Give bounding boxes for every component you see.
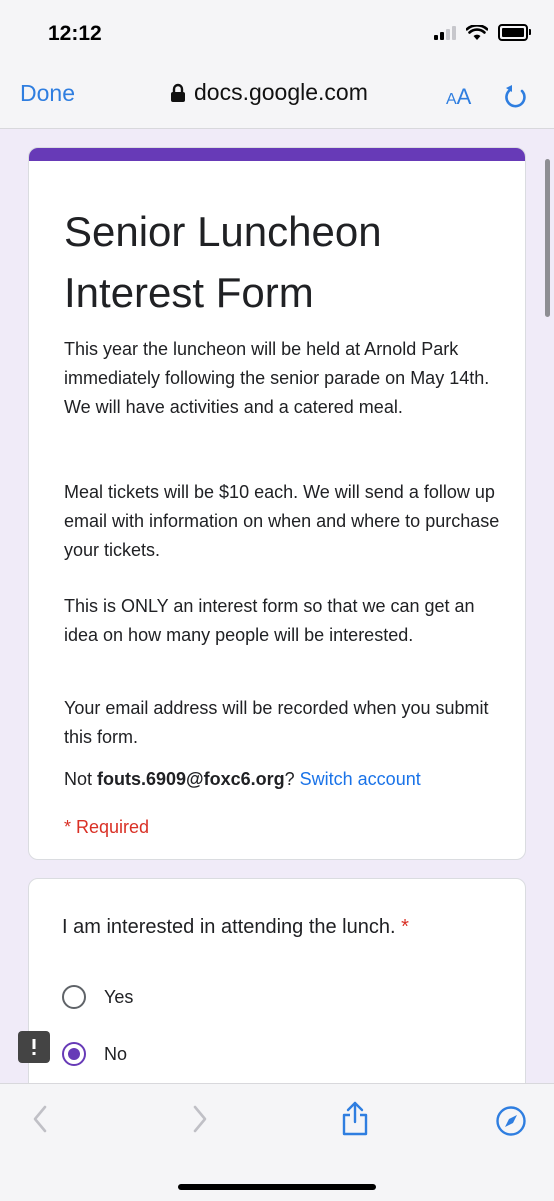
account-prefix: Not	[64, 769, 98, 789]
switch-account-link[interactable]: Switch account	[300, 769, 421, 789]
back-chevron-icon[interactable]	[30, 1104, 50, 1134]
question-title: I am interested in attending the lunch. …	[62, 916, 409, 939]
account-line: Not fouts.6909@foxc6.org? Switch account	[64, 769, 421, 790]
done-button[interactable]: Done	[20, 80, 75, 107]
status-icons	[434, 24, 531, 41]
reload-icon[interactable]	[503, 82, 529, 110]
forward-chevron-icon[interactable]	[190, 1104, 210, 1134]
status-time: 12:12	[48, 22, 102, 45]
radio-button[interactable]	[62, 985, 86, 1009]
address-bar[interactable]: docs.google.com	[170, 79, 368, 106]
email-notice: Your email address will be recorded when…	[64, 698, 489, 747]
form-description-paragraph: This is ONLY an interest form so that we…	[64, 596, 475, 645]
status-bar: 12:12	[0, 0, 554, 62]
question-text: I am interested in attending the lunch.	[62, 916, 396, 938]
required-marker: *	[401, 916, 409, 938]
form-description-paragraph: Meal tickets will be $10 each. We will s…	[64, 482, 500, 560]
battery-icon	[498, 24, 531, 41]
account-email: fouts.6909@foxc6.org	[97, 769, 285, 789]
radio-option-yes[interactable]: Yes	[62, 985, 133, 1009]
form-description-paragraph: This year the luncheon will be held at A…	[64, 339, 490, 417]
account-suffix: ?	[284, 769, 295, 789]
browser-nav-bar: Done docs.google.com AA	[0, 62, 554, 129]
cellular-signal-icon	[434, 25, 456, 40]
form-title: Senior Luncheon Interest Form	[64, 208, 382, 316]
scrollbar[interactable]	[545, 159, 550, 317]
feedback-button[interactable]	[18, 1031, 50, 1063]
text-size-label-small: A	[446, 91, 457, 108]
text-size-button[interactable]: AA	[446, 84, 471, 110]
radio-button-selected[interactable]	[62, 1042, 86, 1066]
option-label: Yes	[104, 986, 134, 1007]
url-text: docs.google.com	[194, 79, 368, 105]
required-note: * Required	[64, 817, 150, 837]
feedback-icon	[32, 1039, 36, 1055]
share-icon[interactable]	[340, 1100, 370, 1136]
form-page: Senior Luncheon Interest Form This year …	[0, 129, 554, 1083]
question-card: I am interested in attending the lunch. …	[28, 878, 526, 1083]
compass-icon[interactable]	[495, 1105, 527, 1137]
card-accent-bar	[29, 148, 525, 161]
wifi-icon	[466, 24, 488, 40]
radio-option-no[interactable]: No	[62, 1042, 127, 1066]
option-label: No	[104, 1043, 128, 1064]
home-indicator[interactable]	[178, 1184, 376, 1190]
text-size-label-big: A	[456, 84, 472, 109]
form-header-card: Senior Luncheon Interest Form This year …	[28, 147, 526, 860]
lock-icon	[171, 83, 185, 102]
